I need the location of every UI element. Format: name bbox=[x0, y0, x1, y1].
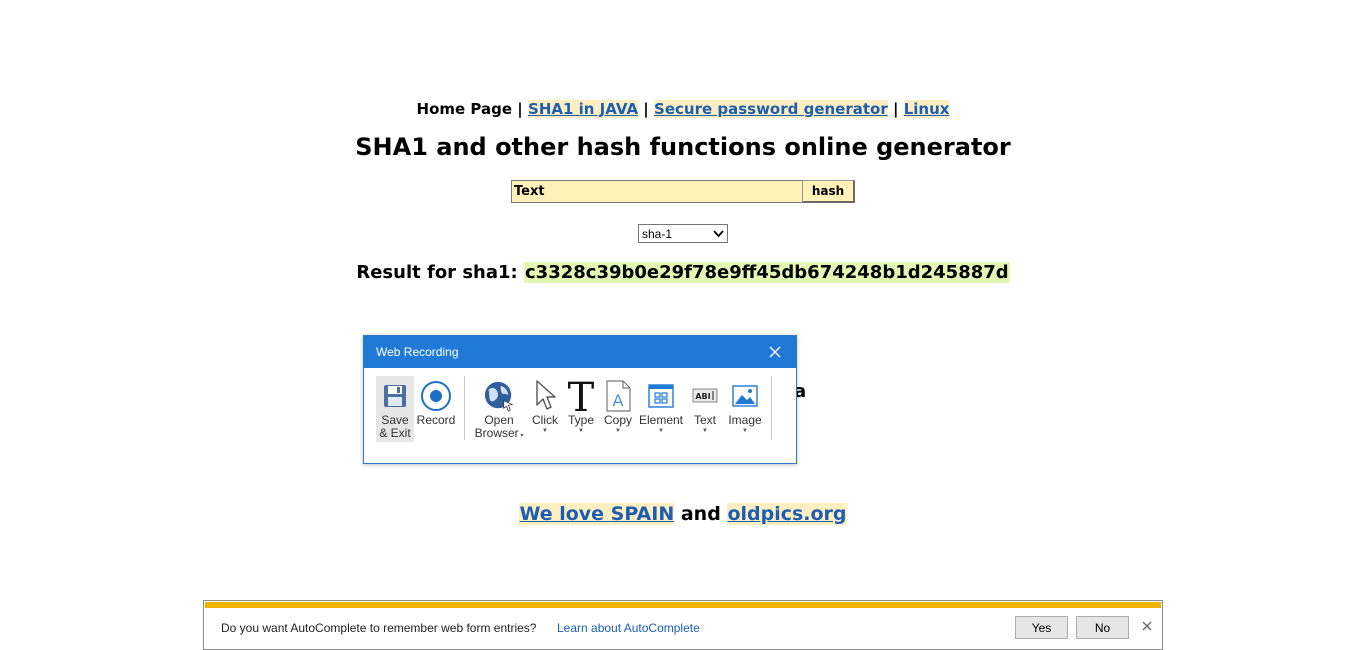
web-recording-title: Web Recording bbox=[376, 345, 459, 359]
element-button[interactable]: Element ▼ bbox=[637, 376, 685, 442]
document-icon: A bbox=[602, 378, 634, 414]
autocomplete-message: Do you want AutoComplete to remember web… bbox=[221, 621, 537, 635]
toolbar-divider bbox=[464, 376, 465, 440]
page-title: SHA1 and other hash functions online gen… bbox=[355, 133, 1011, 161]
element-grid-icon bbox=[645, 378, 677, 414]
svg-text:T: T bbox=[568, 378, 595, 414]
web-recording-titlebar[interactable]: Web Recording bbox=[364, 336, 796, 368]
image-icon bbox=[729, 378, 761, 414]
autocomplete-yes-button[interactable]: Yes bbox=[1015, 616, 1068, 639]
nav-separator: | bbox=[517, 100, 523, 118]
hash-button[interactable]: hash bbox=[802, 180, 855, 203]
save-exit-button[interactable]: Save & Exit bbox=[376, 376, 414, 442]
close-icon[interactable] bbox=[768, 345, 782, 359]
close-icon[interactable] bbox=[1142, 621, 1152, 631]
text-label: Text bbox=[693, 413, 716, 427]
footer-conjunction: and bbox=[680, 503, 721, 525]
recording-toolbar: Save & Exit Record Open Browser ▾ Click … bbox=[376, 376, 772, 442]
record-label: Record bbox=[416, 413, 456, 427]
copy-button[interactable]: A Copy ▼ bbox=[599, 376, 637, 442]
type-dropdown-icon: ▼ bbox=[578, 428, 584, 434]
globe-icon bbox=[483, 378, 515, 414]
cursor-icon bbox=[529, 378, 561, 414]
nav-link-password-generator[interactable]: Secure password generator bbox=[654, 100, 888, 118]
nav-link-linux[interactable]: Linux bbox=[903, 100, 950, 118]
type-label: Type bbox=[567, 413, 594, 427]
text-field-icon: ABI bbox=[689, 378, 721, 414]
footer-links: We love SPAIN and oldpics.org bbox=[0, 501, 1366, 527]
floppy-disk-icon bbox=[379, 378, 411, 414]
nav-separator: | bbox=[892, 100, 899, 118]
click-label: Click bbox=[532, 413, 558, 427]
learn-about-autocomplete-link[interactable]: Learn about AutoComplete bbox=[557, 621, 700, 635]
save-exit-label-2: & Exit bbox=[379, 426, 411, 440]
notification-accent-bar bbox=[205, 602, 1161, 608]
hash-form: hash bbox=[511, 180, 855, 203]
copy-dropdown-icon: ▼ bbox=[615, 428, 621, 434]
nav-link-sha1-java[interactable]: SHA1 in JAVA bbox=[528, 100, 639, 118]
record-button[interactable]: Record bbox=[414, 376, 458, 442]
toolbar-divider bbox=[771, 376, 772, 440]
element-label: Element bbox=[638, 413, 684, 427]
top-nav: Home Page | SHA1 in JAVA | Secure passwo… bbox=[0, 99, 1366, 119]
svg-text:ABI: ABI bbox=[695, 392, 710, 401]
image-label: Image bbox=[728, 413, 762, 427]
svg-text:A: A bbox=[613, 391, 624, 410]
autocomplete-notification-bar: Do you want AutoComplete to remember web… bbox=[203, 600, 1163, 650]
hash-text-input[interactable] bbox=[511, 180, 802, 203]
image-button[interactable]: Image ▼ bbox=[725, 376, 765, 442]
copy-label: Copy bbox=[603, 413, 632, 427]
we-love-spain-link[interactable]: We love SPAIN bbox=[519, 503, 675, 525]
algorithm-selected-value: sha-1 bbox=[642, 226, 673, 241]
click-button[interactable]: Click ▼ bbox=[527, 376, 563, 442]
open-browser-label-2: Browser ▾ bbox=[474, 426, 524, 440]
text-button[interactable]: ABI Text ▼ bbox=[685, 376, 725, 442]
result-line: Result for sha1: c3328c39b0e29f78e9ff45d… bbox=[0, 261, 1366, 285]
click-dropdown-icon: ▼ bbox=[542, 428, 548, 434]
nav-separator: | bbox=[643, 100, 649, 118]
oldpics-link[interactable]: oldpics.org bbox=[727, 503, 847, 525]
image-dropdown-icon: ▼ bbox=[742, 428, 748, 434]
home-page-label: Home Page bbox=[416, 100, 513, 118]
autocomplete-no-button[interactable]: No bbox=[1076, 616, 1129, 639]
record-icon bbox=[420, 378, 452, 414]
type-t-icon: T bbox=[565, 378, 597, 414]
chevron-down-icon bbox=[713, 229, 724, 237]
text-dropdown-icon: ▼ bbox=[702, 428, 708, 434]
type-button[interactable]: T Type ▼ bbox=[563, 376, 599, 442]
web-recording-panel: Web Recording Save & Exit Record Open Br… bbox=[363, 335, 797, 464]
algorithm-select[interactable]: sha-1 bbox=[638, 224, 728, 243]
open-browser-button[interactable]: Open Browser ▾ bbox=[471, 376, 527, 442]
result-label: Result for sha1: bbox=[356, 262, 518, 283]
element-dropdown-icon: ▼ bbox=[658, 428, 664, 434]
result-hash-value: c3328c39b0e29f78e9ff45db674248b1d245887d bbox=[524, 262, 1010, 283]
